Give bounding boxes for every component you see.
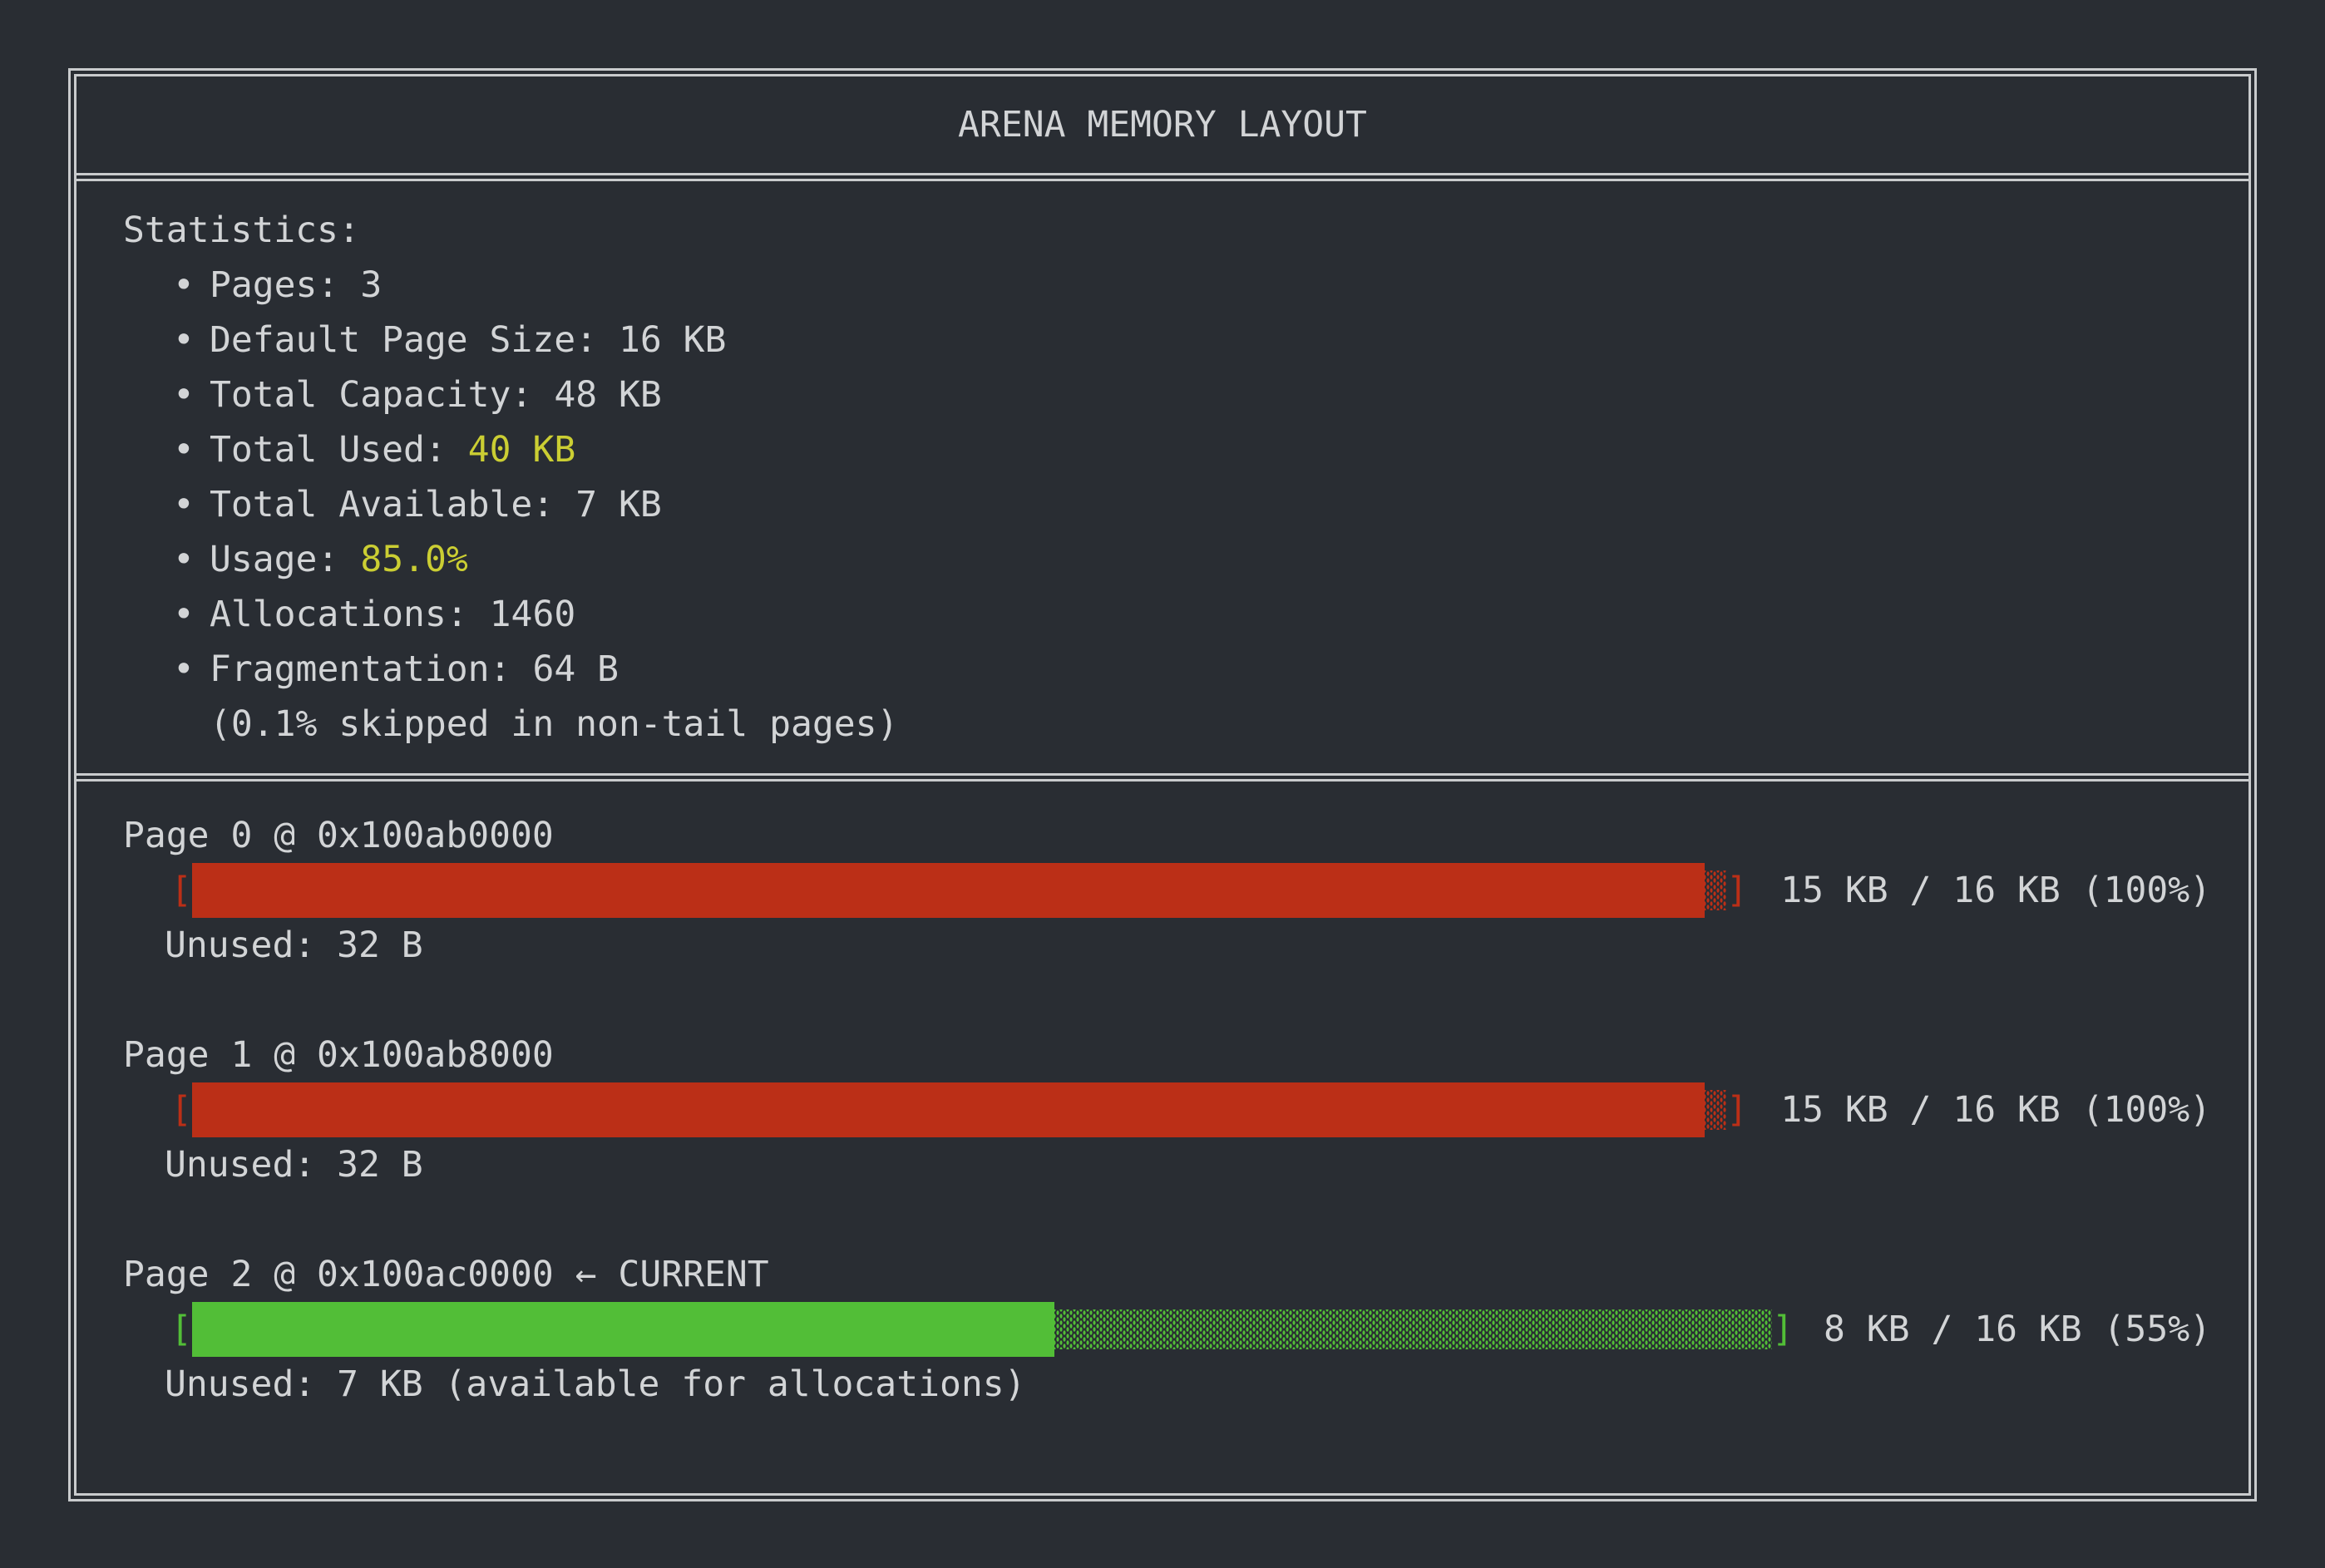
memory-bar-row: [ ] 15 KB / 16 KB (100%): [170, 1082, 2211, 1137]
page-block: Page 0 @ 0x100ab0000 [ ] 15 KB / 16 KB (…: [123, 808, 2211, 973]
memory-bar: [192, 863, 1726, 918]
pages-section: Page 0 @ 0x100ab0000 [ ] 15 KB / 16 KB (…: [77, 782, 2248, 1412]
bullet-icon: •: [173, 313, 210, 367]
stat-item: • Pages: 3: [123, 258, 2211, 313]
page-header: Page 2 @ 0x100ac0000 ← CURRENT: [123, 1247, 2211, 1302]
stat-label: Allocations:: [210, 587, 468, 642]
memory-bar: [192, 1082, 1726, 1137]
stat-label: Usage:: [210, 532, 338, 587]
usage-label: 8 KB / 16 KB (55%): [1824, 1302, 2211, 1357]
statistics-list: • Pages: 3 • Default Page Size: 16 KB • …: [123, 258, 2211, 697]
bullet-icon: •: [173, 587, 210, 642]
arena-layout-panel: ARENA MEMORY LAYOUT Statistics: • Pages:…: [68, 68, 2257, 1501]
stat-value: 3: [360, 258, 382, 313]
stat-item: • Total Capacity: 48 KB: [123, 367, 2211, 422]
page-block: Page 2 @ 0x100ac0000 ← CURRENT [ ] 8 KB …: [123, 1247, 2211, 1412]
stat-value: 16 KB: [619, 313, 726, 367]
stat-value: 48 KB: [554, 367, 661, 422]
page-block: Page 1 @ 0x100ab8000 [ ] 15 KB / 16 KB (…: [123, 1028, 2211, 1192]
bullet-icon: •: [173, 642, 210, 697]
stat-item: • Default Page Size: 16 KB: [123, 313, 2211, 367]
stat-item: • Allocations: 1460: [123, 587, 2211, 642]
bar-open-bracket: [: [170, 1082, 192, 1137]
stat-value: 85.0%: [360, 532, 467, 587]
page-header: Page 1 @ 0x100ab8000: [123, 1028, 2211, 1082]
stat-label: Total Available:: [210, 477, 554, 532]
memory-bar-row: [ ] 8 KB / 16 KB (55%): [170, 1302, 2211, 1357]
stat-label: Pages:: [210, 258, 338, 313]
stat-label: Default Page Size:: [210, 313, 597, 367]
stat-label: Total Capacity:: [210, 367, 532, 422]
unused-label: Unused: 32 B: [165, 918, 2211, 973]
stat-value: 40 KB: [468, 422, 575, 477]
bullet-icon: •: [173, 258, 210, 313]
usage-label: 15 KB / 16 KB (100%): [1780, 1082, 2211, 1137]
usage-label: 15 KB / 16 KB (100%): [1780, 863, 2211, 918]
bullet-icon: •: [173, 422, 210, 477]
bar-close-bracket: ]: [1726, 1082, 1748, 1137]
stat-value: 1460: [490, 587, 576, 642]
bullet-icon: •: [173, 367, 210, 422]
unused-label: Unused: 32 B: [165, 1137, 2211, 1192]
stat-item: • Usage: 85.0%: [123, 532, 2211, 587]
memory-bar-free-segment: [1054, 1309, 1772, 1349]
stat-value: 64 B: [532, 642, 619, 697]
memory-bar-row: [ ] 15 KB / 16 KB (100%): [170, 863, 2211, 918]
memory-bar-used-segment: [192, 1082, 1705, 1137]
memory-bar-used-segment: [192, 863, 1705, 918]
memory-bar-free-segment: [1705, 1090, 1726, 1130]
stat-item: • Total Used: 40 KB: [123, 422, 2211, 477]
bullet-icon: •: [173, 532, 210, 587]
stat-item: • Fragmentation: 64 B: [123, 642, 2211, 697]
memory-bar: [192, 1302, 1772, 1357]
bar-close-bracket: ]: [1772, 1302, 1794, 1357]
memory-bar-free-segment: [1705, 870, 1726, 910]
stat-label: Fragmentation:: [210, 642, 511, 697]
bar-open-bracket: [: [170, 1302, 192, 1357]
bar-open-bracket: [: [170, 863, 192, 918]
statistics-section: Statistics: • Pages: 3 • Default Page Si…: [77, 181, 2248, 782]
panel-title: ARENA MEMORY LAYOUT: [77, 76, 2248, 181]
stat-label: Total Used:: [210, 422, 447, 477]
memory-bar-used-segment: [192, 1302, 1054, 1357]
bullet-icon: •: [173, 477, 210, 532]
stat-item: • Total Available: 7 KB: [123, 477, 2211, 532]
bar-close-bracket: ]: [1726, 863, 1748, 918]
statistics-heading: Statistics:: [123, 203, 2211, 258]
unused-label: Unused: 7 KB (available for allocations): [165, 1357, 2211, 1412]
page-header: Page 0 @ 0x100ab0000: [123, 808, 2211, 863]
fragmentation-footnote: (0.1% skipped in non-tail pages): [123, 697, 2211, 752]
stat-value: 7 KB: [575, 477, 662, 532]
